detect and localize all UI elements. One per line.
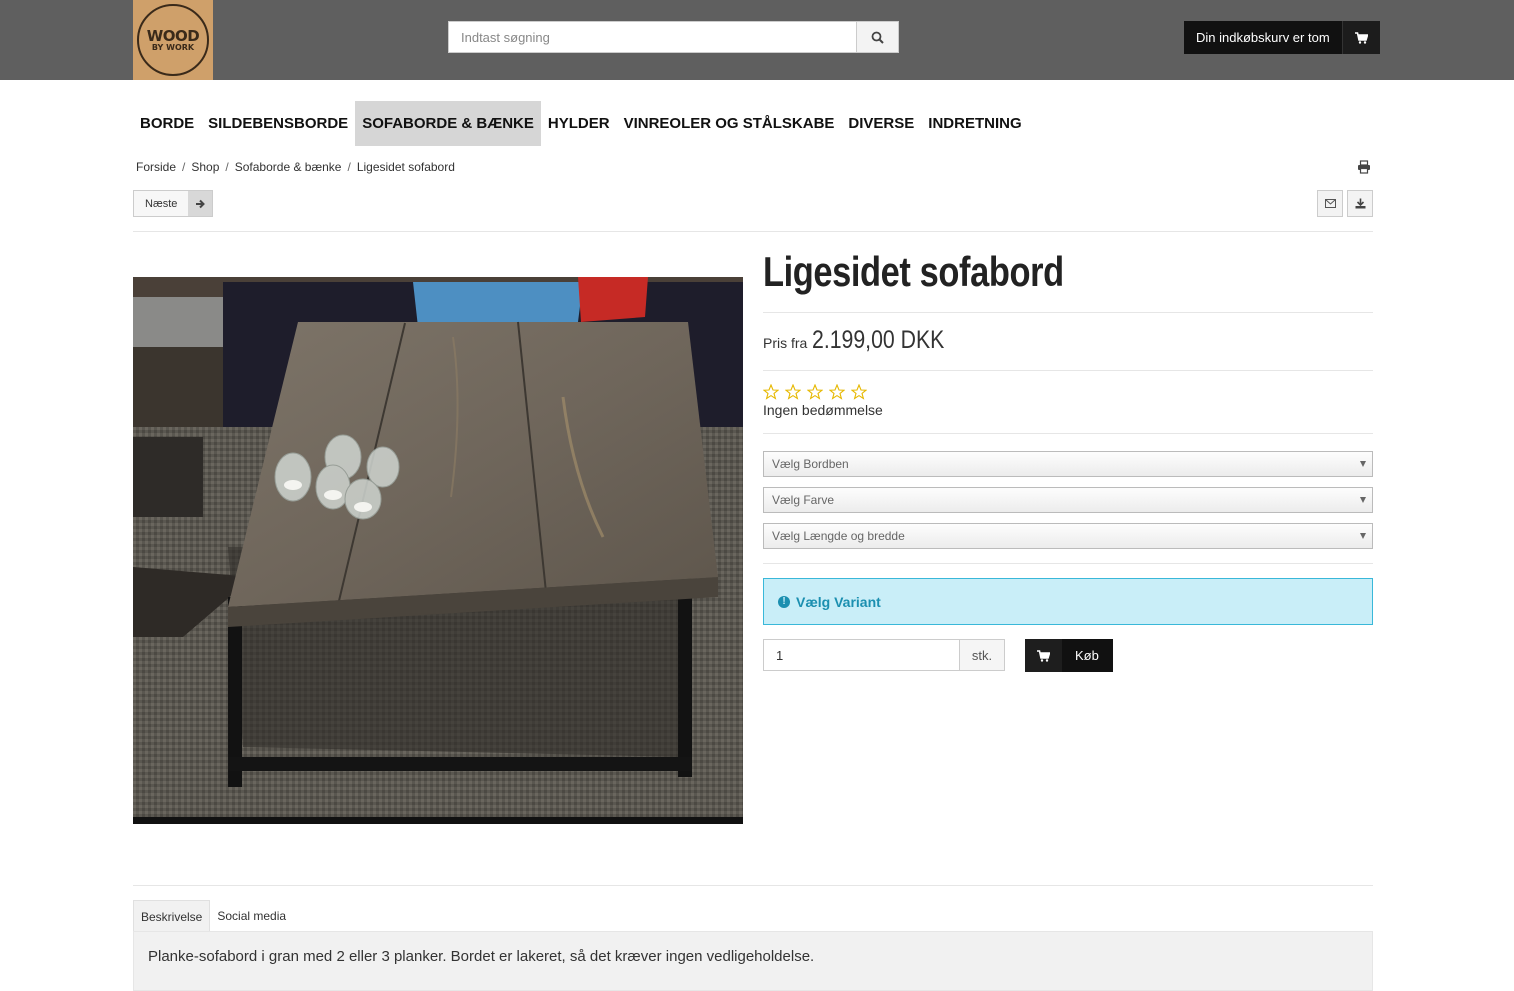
tab-social-media[interactable]: Social media bbox=[210, 900, 293, 932]
cart-button[interactable]: Din indkøbskurv er tom bbox=[1184, 21, 1380, 54]
nav-item-hylder[interactable]: HYLDER bbox=[541, 101, 617, 146]
breadcrumb-separator: / bbox=[225, 160, 229, 174]
divider bbox=[763, 370, 1373, 371]
caret-down-icon bbox=[1360, 461, 1366, 467]
email-button[interactable] bbox=[1317, 190, 1343, 217]
divider bbox=[133, 231, 1373, 232]
main-nav: BORDE SILDEBENSBORDE SOFABORDE & BÆNKE H… bbox=[133, 101, 1029, 146]
envelope-icon bbox=[1324, 199, 1336, 208]
star-outline-icon[interactable] bbox=[785, 384, 801, 400]
cart-icon-box bbox=[1341, 21, 1380, 54]
divider bbox=[763, 312, 1373, 313]
tab-beskrivelse[interactable]: Beskrivelse bbox=[133, 900, 211, 932]
header: WOOD BY WORK Din indkøbskurv er tom bbox=[0, 0, 1514, 80]
search-button[interactable] bbox=[857, 21, 899, 53]
rating-stars[interactable] bbox=[763, 384, 867, 400]
nav-item-borde[interactable]: BORDE bbox=[133, 101, 201, 146]
price-block: Pris fra 2.199,00 DKK bbox=[763, 326, 968, 355]
cart-icon-box bbox=[1025, 639, 1062, 672]
quantity-unit: stk. bbox=[960, 639, 1005, 671]
caret-down-icon bbox=[1360, 533, 1366, 539]
arrow-right-icon bbox=[188, 191, 213, 216]
star-outline-icon[interactable] bbox=[851, 384, 867, 400]
select-farve[interactable]: Vælg Farve bbox=[763, 487, 1373, 513]
breadcrumb-separator: / bbox=[182, 160, 186, 174]
buy-label: Køb bbox=[1075, 648, 1099, 663]
logo[interactable]: WOOD BY WORK bbox=[133, 0, 213, 80]
select-laengde-bredde[interactable]: Vælg Længde og bredde bbox=[763, 523, 1373, 549]
download-icon bbox=[1355, 198, 1365, 209]
nav-item-sildebensborde[interactable]: SILDEBENSBORDE bbox=[201, 101, 355, 146]
cart-label: Din indkøbskurv er tom bbox=[1184, 21, 1342, 54]
product-title: Ligesidet sofabord bbox=[763, 248, 1064, 295]
nav-item-diverse[interactable]: DIVERSE bbox=[841, 101, 921, 146]
select-bordben[interactable]: Vælg Bordben bbox=[763, 451, 1373, 477]
breadcrumb-shop[interactable]: Shop bbox=[191, 160, 219, 174]
next-product-button[interactable]: Næste bbox=[133, 190, 214, 217]
breadcrumb-sofaborde[interactable]: Sofaborde & bænke bbox=[235, 160, 342, 174]
next-label: Næste bbox=[145, 197, 178, 210]
tab-panel-description: Planke-sofabord i gran med 2 eller 3 pla… bbox=[133, 931, 1373, 991]
star-outline-icon[interactable] bbox=[763, 384, 779, 400]
select-laengde-value: Vælg Længde og bredde bbox=[772, 529, 905, 543]
cart-icon bbox=[1354, 31, 1368, 44]
nav-item-indretning[interactable]: INDRETNING bbox=[921, 101, 1028, 146]
product-photo-illustration bbox=[133, 277, 743, 824]
rating-text: Ingen bedømmelse bbox=[763, 402, 883, 418]
breadcrumb-forside[interactable]: Forside bbox=[136, 160, 176, 174]
nav-item-vinreoler[interactable]: VINREOLER OG STÅLSKABE bbox=[617, 101, 842, 146]
buy-button[interactable]: Køb bbox=[1025, 639, 1113, 672]
logo-badge: WOOD BY WORK bbox=[137, 4, 209, 76]
search-icon bbox=[871, 31, 884, 44]
divider bbox=[133, 885, 1373, 886]
price-value: 2.199,00 DKK bbox=[812, 326, 945, 354]
logo-text-bywork: BY WORK bbox=[151, 42, 195, 52]
nav-item-sofaborde-baenke[interactable]: SOFABORDE & BÆNKE bbox=[355, 101, 541, 146]
print-icon[interactable] bbox=[1357, 160, 1371, 174]
download-button[interactable] bbox=[1347, 190, 1373, 217]
star-outline-icon[interactable] bbox=[807, 384, 823, 400]
select-farve-value: Vælg Farve bbox=[772, 493, 835, 507]
divider bbox=[763, 433, 1373, 434]
variant-alert: ! Vælg Variant bbox=[763, 578, 1373, 625]
quantity-input[interactable] bbox=[763, 639, 960, 671]
info-icon: ! bbox=[778, 595, 790, 608]
price-label: Pris fra bbox=[763, 335, 808, 351]
search-bar bbox=[448, 21, 899, 53]
search-input[interactable] bbox=[448, 21, 857, 53]
description-text: Planke-sofabord i gran med 2 eller 3 pla… bbox=[148, 948, 815, 965]
variant-alert-text: Vælg Variant bbox=[796, 593, 881, 610]
star-outline-icon[interactable] bbox=[829, 384, 845, 400]
breadcrumb-current: Ligesidet sofabord bbox=[356, 160, 455, 174]
product-image[interactable] bbox=[133, 277, 743, 824]
divider bbox=[763, 563, 1373, 564]
select-bordben-value: Vælg Bordben bbox=[772, 457, 849, 471]
breadcrumb: Forside / Shop / Sofaborde & bænke / Lig… bbox=[136, 160, 455, 174]
quantity-group: stk. bbox=[763, 639, 1005, 671]
caret-down-icon bbox=[1360, 497, 1366, 503]
breadcrumb-separator: / bbox=[347, 160, 351, 174]
product-tabs: Beskrivelse Social media bbox=[133, 900, 293, 932]
cart-icon bbox=[1037, 649, 1050, 662]
logo-text-wood: WOOD bbox=[146, 26, 200, 45]
